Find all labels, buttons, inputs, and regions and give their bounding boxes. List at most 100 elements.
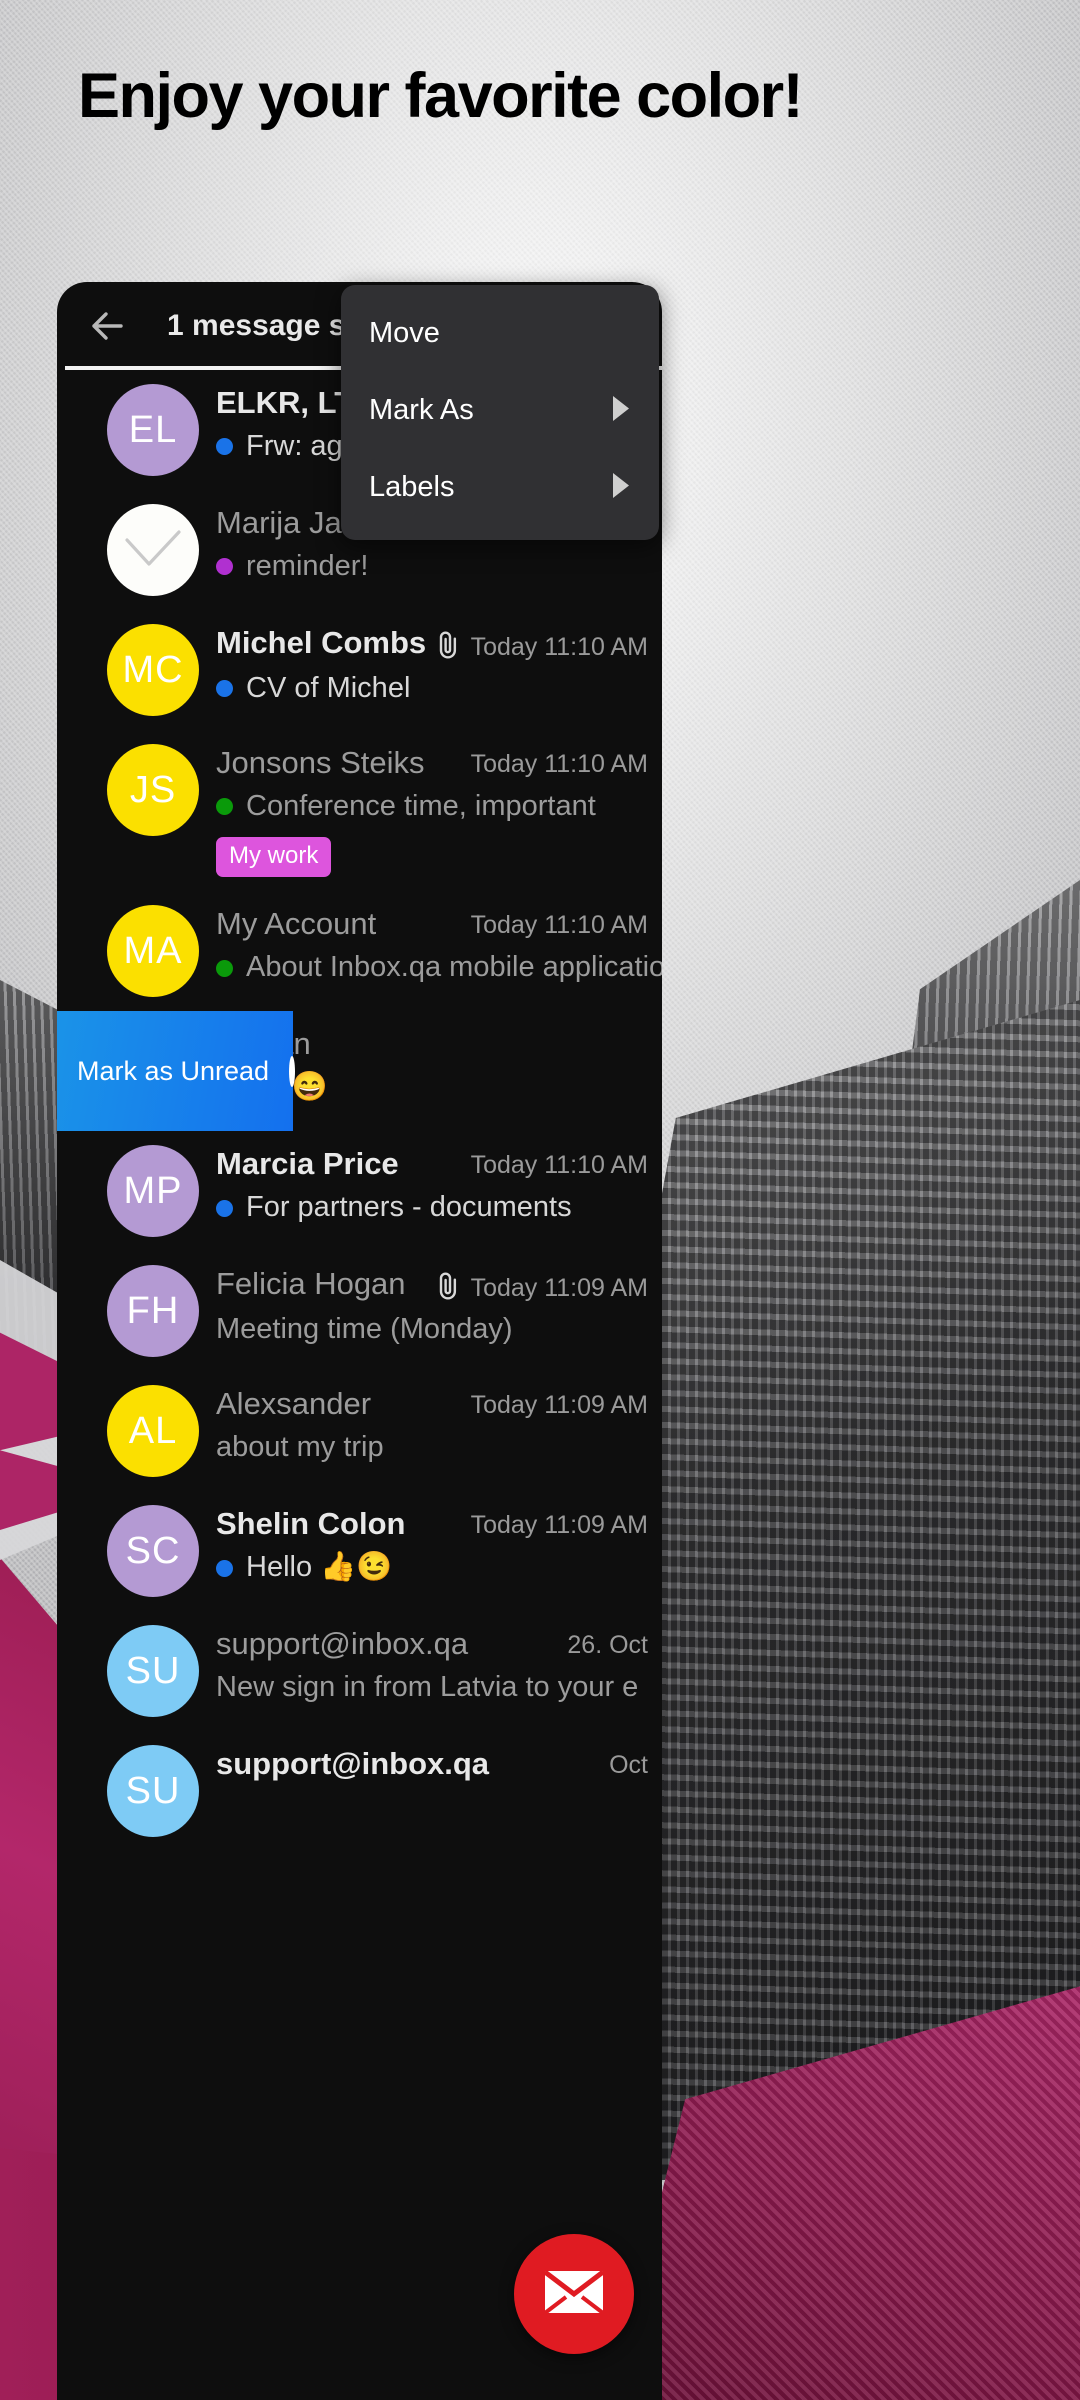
check-icon: [124, 530, 182, 570]
compose-fab[interactable]: [514, 2234, 634, 2354]
mail-item-meta: Today 11:09 AM: [471, 1385, 648, 1420]
menu-item-label: Labels: [369, 471, 455, 503]
avatar-initials: SU: [125, 1649, 181, 1692]
mail-sender: support@inbox.qa: [216, 1626, 469, 1662]
mail-list-item[interactable]: JS Jonsons Steiks Today 11:10 AM Conference…: [57, 730, 662, 891]
avatar-initials: SU: [125, 1769, 181, 1812]
avatar[interactable]: SC: [107, 1505, 199, 1598]
mail-sender: Felicia Hogan: [216, 1266, 406, 1302]
mail-timestamp: Today 11:10 AM: [470, 911, 648, 940]
avatar-initials: MA: [123, 929, 183, 972]
unread-dot-icon: [216, 438, 233, 456]
mail-item-body: Michel Combs Today 11:10 AM CV of Michel: [199, 624, 662, 716]
mail-item-body: Jonsons Steiks Today 11:10 AM Conference t…: [199, 744, 662, 878]
mail-list-item[interactable]: MP Marcia Price Today 11:10 AM For partners…: [57, 1131, 662, 1251]
mail-list-item[interactable]: SU support@inbox.qa 26. Oct New sign in fro…: [57, 1611, 662, 1731]
mail-list-item[interactable]: MC Michel Combs Today 11:10 AM CV of Michel: [57, 610, 662, 730]
unread-dot-icon: [216, 680, 233, 698]
mail-timestamp: Today 11:09 AM: [470, 1511, 648, 1540]
mail-item-header: Shelin Colon Today 11:09 AM: [216, 1505, 648, 1544]
mail-item-header: Michel Combs Today 11:10 AM: [216, 624, 648, 665]
mail-timestamp: Today 11:10 AM: [470, 1151, 648, 1180]
unread-dot-icon: [216, 1559, 233, 1577]
mail-subject: About Inbox.qa mobile application: [246, 951, 662, 984]
paperclip-icon: [435, 1271, 462, 1306]
swipe-action-mark-as-unread[interactable]: Mark as Unread: [57, 1011, 296, 1132]
avatar[interactable]: MC: [107, 624, 199, 716]
mail-subject: Meeting time (Monday): [216, 1313, 513, 1346]
mail-item-meta: Today 11:10 AM: [471, 744, 648, 779]
avatar-initials: JS: [129, 768, 177, 811]
mail-subject-line: Meeting time (Monday): [216, 1311, 648, 1349]
avatar-initials: SC: [125, 1529, 181, 1572]
mail-timestamp: 26. Oct: [567, 1631, 648, 1660]
mail-subject: Hello 👍😉: [246, 1551, 393, 1584]
mail-list: EL ELKR, LTD Frw: agreeme Marija Jankov remi…: [57, 370, 662, 1851]
mail-subject-line: Hello 👍😉: [216, 1549, 648, 1587]
mail-item-header: Jonsons Steiks Today 11:10 AM: [216, 744, 648, 783]
mail-item-body: Marcia Price Today 11:10 AM For partners -…: [199, 1145, 662, 1237]
avatar-initials: FH: [126, 1289, 180, 1332]
paperclip-icon: [435, 630, 462, 665]
background-building-right: [650, 1000, 1080, 2180]
avatar[interactable]: AL: [107, 1385, 199, 1478]
mail-item-meta: Today 11:10 AM: [471, 905, 648, 940]
mail-label-chip[interactable]: My work: [216, 837, 332, 878]
mail-item-body: My Account Today 11:10 AM About Inbox.qa m…: [199, 905, 662, 997]
mail-sender: Marcia Price: [216, 1146, 399, 1182]
mail-subject: New sign in from Latvia to your e: [216, 1671, 639, 1704]
mail-list-item[interactable]: SU support@inbox.qa Oct: [57, 1731, 662, 1851]
mail-list-item[interactable]: Mark as UnreadMEMeganParty 😄: [57, 1011, 662, 1132]
mail-sender: Shelin Colon: [216, 1506, 406, 1542]
mail-subject-line: about my trip: [216, 1429, 648, 1467]
avatar[interactable]: MP: [107, 1145, 199, 1238]
unread-dot-icon: [216, 959, 233, 977]
avatar[interactable]: SU: [107, 1625, 199, 1718]
mail-sender: Jonsons Steiks: [216, 745, 425, 780]
mail-item-body: support@inbox.qa 26. Oct New sign in from …: [199, 1625, 662, 1717]
mail-subject-line: CV of Michel: [216, 670, 648, 708]
arrow-left-icon[interactable]: [85, 304, 129, 348]
mail-item-body: support@inbox.qa Oct: [199, 1745, 662, 1837]
page-title: Enjoy your favorite color!: [78, 61, 804, 131]
mail-list-item[interactable]: MA My Account Today 11:10 AM About Inbox.qa…: [57, 891, 662, 1011]
mail-timestamp: Oct: [609, 1751, 648, 1780]
chevron-right-icon: [611, 472, 631, 504]
avatar[interactable]: SU: [107, 1745, 199, 1838]
mail-item-meta: Today 11:10 AM: [435, 624, 648, 665]
swipe-action-label: Mark as Unread: [77, 1055, 270, 1086]
mail-subject-line: reminder!: [216, 548, 648, 586]
mail-item-meta: 26. Oct: [567, 1625, 648, 1660]
mail-item-meta: Today 11:09 AM: [471, 1505, 648, 1540]
mail-list-item[interactable]: FH Felicia Hogan Today 11:09 AM Meeting tim…: [57, 1251, 662, 1371]
mail-subject-line: New sign in from Latvia to your e: [216, 1669, 648, 1707]
mail-item-header: support@inbox.qa Oct: [216, 1745, 648, 1784]
mail-timestamp: Today 11:09 AM: [470, 1391, 648, 1420]
avatar-initials: MP: [123, 1169, 183, 1212]
chevron-right-icon: [611, 395, 631, 427]
avatar[interactable]: MA: [107, 905, 199, 998]
menu-item-move[interactable]: Move: [341, 295, 659, 372]
mail-subject: Conference time, important: [246, 789, 596, 822]
context-menu[interactable]: Move Mark As Labels: [341, 285, 659, 540]
avatar-initials: AL: [128, 1409, 178, 1452]
mail-subject: reminder!: [246, 549, 369, 582]
mail-list-item[interactable]: SC Shelin Colon Today 11:09 AM Hello 👍😉: [57, 1491, 662, 1611]
avatar[interactable]: EL: [107, 384, 199, 476]
avatar-initials: MC: [122, 648, 184, 691]
unread-dot-icon: [216, 798, 233, 816]
mail-item-header: Alexsander Today 11:09 AM: [216, 1385, 648, 1424]
mail-list-item[interactable]: AL Alexsander Today 11:09 AM about my trip: [57, 1371, 662, 1491]
menu-item-labels[interactable]: Labels: [341, 449, 659, 526]
mail-item-body: Shelin Colon Today 11:09 AM Hello 👍😉: [199, 1505, 662, 1597]
app-bar-title: 1 message s: [167, 309, 346, 342]
mail-subject-line: About Inbox.qa mobile application: [216, 949, 662, 987]
mail-subject: CV of Michel: [246, 672, 411, 704]
mail-timestamp: Today 11:10 AM: [470, 750, 648, 778]
avatar[interactable]: JS: [107, 744, 199, 836]
avatar[interactable]: FH: [107, 1265, 199, 1358]
avatar-selected[interactable]: [107, 504, 199, 596]
mail-subject: For partners - documents: [246, 1191, 572, 1224]
mail-timestamp: Today 11:09 AM: [470, 1274, 648, 1303]
menu-item-mark-as[interactable]: Mark As: [341, 372, 659, 449]
